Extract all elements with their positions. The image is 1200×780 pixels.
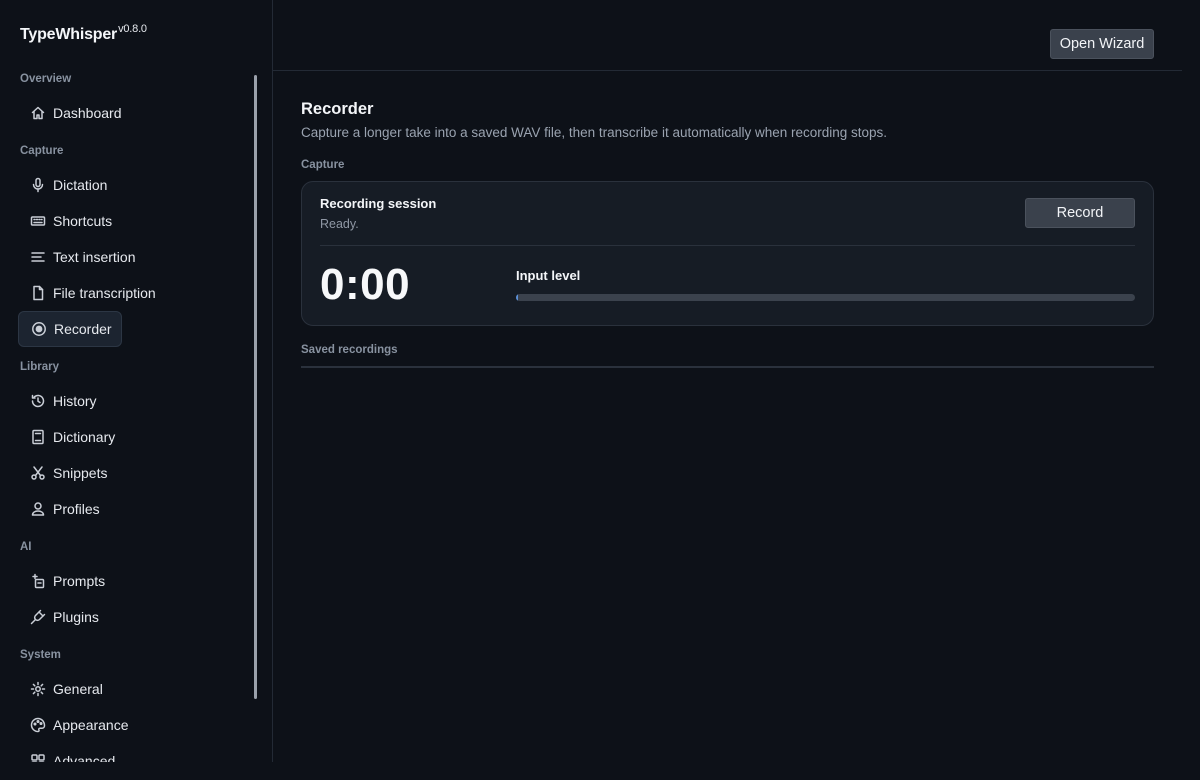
sidebar-item-general[interactable]: General bbox=[18, 671, 122, 707]
keyboard-icon bbox=[30, 213, 46, 229]
sidebar-item-label: Dictation bbox=[53, 177, 108, 193]
sidebar-item-plugins[interactable]: Plugins bbox=[18, 599, 122, 635]
sparkle-icon bbox=[30, 573, 46, 589]
history-icon bbox=[30, 393, 46, 409]
sidebar-item-profiles[interactable]: Profiles bbox=[18, 491, 122, 527]
section-label-overview: Overview bbox=[20, 73, 72, 85]
app-name: TypeWhisper bbox=[20, 26, 118, 43]
sidebar-item-advanced[interactable]: Advanced bbox=[18, 743, 122, 762]
sidebar-item-label: Profiles bbox=[53, 501, 100, 517]
gear-icon bbox=[30, 681, 46, 697]
top-bar: Open Wizard bbox=[273, 0, 1182, 71]
page-subtitle: Capture a longer take into a saved WAV f… bbox=[301, 125, 888, 140]
page-title: Recorder bbox=[301, 100, 374, 118]
input-level-fill bbox=[516, 294, 518, 301]
section-label-capture: Capture bbox=[20, 145, 64, 157]
sidebar-item-label: Recorder bbox=[54, 321, 112, 337]
record-button[interactable]: Record bbox=[1025, 198, 1135, 228]
sidebar-item-shortcuts[interactable]: Shortcuts bbox=[18, 203, 122, 239]
section-label-ai: AI bbox=[20, 541, 32, 553]
sidebar-item-history[interactable]: History bbox=[18, 383, 122, 419]
capture-section-label: Capture bbox=[301, 159, 345, 171]
sidebar-item-label: Dictionary bbox=[53, 429, 116, 445]
sidebar-item-dashboard[interactable]: Dashboard bbox=[18, 95, 122, 131]
sidebar-item-label: Dashboard bbox=[53, 105, 122, 121]
open-wizard-button[interactable]: Open Wizard bbox=[1050, 29, 1154, 59]
app-title: TypeWhisperv0.8.0 bbox=[20, 23, 147, 44]
sidebar-item-label: History bbox=[53, 393, 97, 409]
sidebar-item-label: Appearance bbox=[53, 717, 129, 733]
sidebar-item-label: Advanced bbox=[53, 753, 116, 762]
sidebar-item-text-insertion[interactable]: Text insertion bbox=[18, 239, 135, 275]
sidebar-item-file-transcription[interactable]: File transcription bbox=[18, 275, 156, 311]
file-icon bbox=[30, 285, 46, 301]
user-icon bbox=[30, 501, 46, 517]
sidebar-item-label: General bbox=[53, 681, 103, 697]
sidebar-scrollbar[interactable] bbox=[254, 75, 257, 699]
section-label-library: Library bbox=[20, 361, 59, 373]
input-level-label: Input level bbox=[516, 268, 581, 283]
sidebar-item-appearance[interactable]: Appearance bbox=[18, 707, 129, 743]
sidebar-item-prompts[interactable]: Prompts bbox=[18, 563, 122, 599]
sidebar-item-snippets[interactable]: Snippets bbox=[18, 455, 122, 491]
app-version: v0.8.0 bbox=[118, 23, 147, 35]
recording-session-card: Recording session Ready. Record 0:00 Inp… bbox=[301, 181, 1154, 326]
plug-icon bbox=[30, 609, 46, 625]
home-icon bbox=[30, 105, 46, 121]
saved-recordings-label: Saved recordings bbox=[301, 344, 398, 356]
record-icon bbox=[31, 321, 47, 337]
text-lines-icon bbox=[30, 249, 46, 265]
sidebar-item-label: Plugins bbox=[53, 609, 99, 625]
input-level-meter bbox=[516, 294, 1135, 301]
sidebar-item-label: Prompts bbox=[53, 573, 106, 589]
sidebar-item-recorder[interactable]: Recorder bbox=[18, 311, 122, 347]
sidebar-item-label: Text insertion bbox=[53, 249, 136, 265]
sidebar-item-label: File transcription bbox=[53, 285, 156, 301]
palette-icon bbox=[30, 717, 46, 733]
sidebar: TypeWhisperv0.8.0 Overview Dashboard Cap… bbox=[0, 0, 273, 762]
sidebar-item-dictionary[interactable]: Dictionary bbox=[18, 419, 122, 455]
book-icon bbox=[30, 429, 46, 445]
recording-session-title: Recording session bbox=[320, 196, 437, 211]
microphone-icon bbox=[30, 177, 46, 193]
sidebar-item-label: Snippets bbox=[53, 465, 108, 481]
advanced-icon bbox=[30, 753, 46, 762]
recording-status: Ready. bbox=[320, 217, 359, 231]
saved-recordings-divider bbox=[301, 366, 1154, 368]
scissors-icon bbox=[30, 465, 46, 481]
section-label-system: System bbox=[20, 649, 61, 661]
sidebar-item-label: Shortcuts bbox=[53, 213, 113, 229]
sidebar-item-dictation[interactable]: Dictation bbox=[18, 167, 122, 203]
recording-timer: 0:00 bbox=[320, 260, 411, 309]
card-divider bbox=[320, 245, 1135, 246]
